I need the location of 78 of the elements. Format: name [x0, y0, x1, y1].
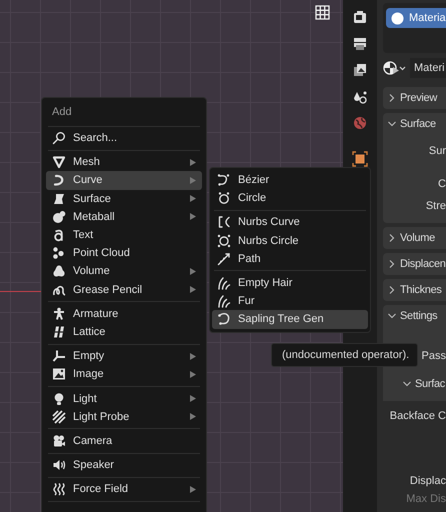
- menu-item[interactable]: Force Field: [46, 480, 202, 498]
- drops-icon[interactable]: [353, 90, 367, 104]
- camera-icon: [52, 434, 66, 448]
- field-label: Max Dis: [406, 492, 446, 507]
- circle-icon: [217, 191, 231, 206]
- menu-item[interactable]: Circle: [212, 189, 368, 208]
- menu-item[interactable]: Nurbs Circle: [212, 232, 368, 250]
- menu-item[interactable]: Empty Hair: [212, 274, 368, 292]
- search-icon: [52, 131, 66, 146]
- menu-item[interactable]: Image: [46, 365, 202, 384]
- surface-icon: [52, 192, 66, 206]
- pie-icon[interactable]: [383, 61, 407, 75]
- subpanel-header[interactable]: Surfac: [383, 373, 446, 395]
- material-icon[interactable]: [352, 150, 368, 166]
- panel-header[interactable]: Settings: [383, 305, 446, 327]
- waves-icon: [52, 482, 66, 496]
- menu-item[interactable]: Text: [46, 226, 202, 244]
- path-arrow-icon: [217, 252, 231, 266]
- hair-icon: [217, 276, 231, 290]
- menu-item[interactable]: Path: [212, 250, 368, 268]
- menu-item[interactable]: Mesh: [46, 153, 202, 172]
- toolbox-icon[interactable]: [353, 10, 367, 24]
- speaker-icon: [52, 458, 66, 472]
- hook-curve-icon: [52, 173, 66, 188]
- panel-header[interactable]: Preview: [383, 87, 446, 109]
- menu-item[interactable]: Sapling Tree Gen: [212, 310, 368, 328]
- panel-header[interactable]: Thicknes: [383, 279, 446, 301]
- menu-item[interactable]: Lattice: [46, 322, 202, 342]
- field-label: C: [438, 177, 446, 192]
- field-label: Pass: [422, 349, 446, 364]
- lattice-icon: [52, 324, 66, 339]
- printer-icon[interactable]: [353, 36, 367, 50]
- menu-item[interactable]: Grease Pencil: [46, 280, 202, 299]
- field-label: Stre: [426, 199, 446, 214]
- cloud-icon: [52, 264, 66, 278]
- menu-item[interactable]: Light Probe: [46, 408, 202, 426]
- field-label: Sur: [428, 144, 446, 159]
- menu-item[interactable]: Camera: [46, 432, 202, 450]
- menu-item[interactable]: Empty: [46, 347, 202, 366]
- menu-item[interactable]: Speaker: [46, 456, 202, 474]
- axes-icon: [52, 349, 66, 364]
- menu-item[interactable]: Light: [46, 389, 202, 408]
- blob-icon: [52, 210, 66, 224]
- menu-item[interactable]: Search...: [46, 129, 202, 148]
- field-label: Displac: [410, 474, 446, 489]
- material-slot[interactable]: Materia: [386, 8, 446, 28]
- nurbs-circle-icon: [217, 234, 231, 248]
- nurbs-curve-icon: [217, 215, 231, 230]
- figure-icon: [52, 306, 66, 321]
- menu-title: Add: [51, 105, 73, 120]
- sphere-icon: [391, 12, 404, 24]
- triangle-icon: [52, 155, 66, 170]
- panel-header[interactable]: Surface: [383, 113, 446, 135]
- bezier-icon: [217, 173, 231, 188]
- menu-item[interactable]: Surface: [46, 190, 202, 208]
- menu-item[interactable]: Curve: [46, 171, 202, 190]
- panel-header[interactable]: Volume: [383, 227, 446, 249]
- menu-item[interactable]: Bézier: [212, 171, 368, 190]
- expand-icon[interactable]: [393, 67, 399, 74]
- menu-item[interactable]: Metaball: [46, 208, 202, 226]
- images-icon[interactable]: [353, 63, 367, 77]
- tooltip: (undocumented operator).: [271, 343, 418, 367]
- menu-item[interactable]: Nurbs Curve: [212, 213, 368, 232]
- menu-item[interactable]: Volume: [46, 262, 202, 280]
- menu-item[interactable]: Armature: [46, 304, 202, 323]
- panel-header[interactable]: Displacen: [383, 253, 446, 275]
- grid-icon[interactable]: [315, 5, 330, 20]
- menu-item[interactable]: Fur: [212, 292, 368, 310]
- stripes-icon: [52, 410, 66, 424]
- globe-icon[interactable]: [353, 116, 367, 130]
- field-label: Backface C: [390, 409, 446, 424]
- image-icon: [52, 367, 66, 382]
- material-name-field[interactable]: Materi: [410, 58, 446, 78]
- hair-icon: [217, 294, 231, 308]
- curve-icon: [217, 312, 231, 326]
- menu-item[interactable]: Point Cloud: [46, 244, 202, 262]
- dots-icon: [52, 246, 66, 260]
- lightbulb-icon: [52, 392, 66, 406]
